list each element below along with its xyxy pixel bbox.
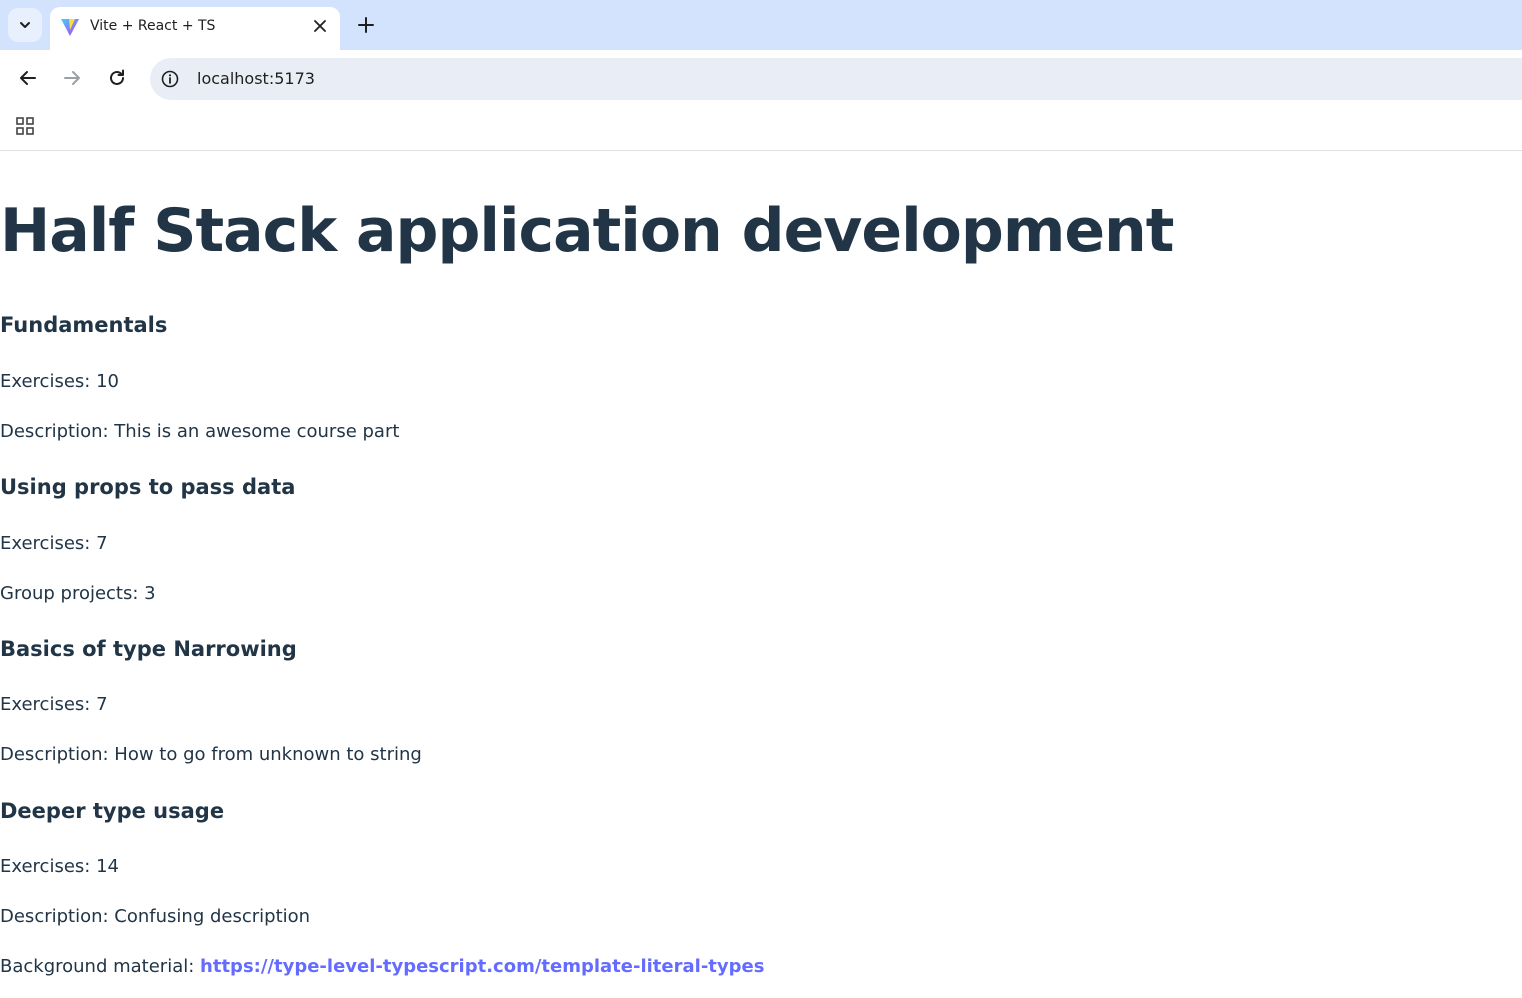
part-group-projects: Group projects: 3 (0, 583, 156, 604)
part-exercises: Exercises: 10 (0, 371, 119, 392)
arrow-left-icon (20, 71, 36, 85)
arrow-right-icon (64, 71, 80, 85)
page-content: Half Stack application development Funda… (0, 151, 1522, 998)
part-description: Description: How to go from unknown to s… (0, 744, 422, 765)
browser-toolbar: localhost:5173 (0, 50, 1522, 108)
tab-title: Vite + React + TS (90, 18, 216, 34)
close-icon (314, 20, 326, 32)
address-bar[interactable]: localhost:5173 (150, 58, 1522, 100)
url-text: localhost:5173 (197, 69, 315, 88)
tab-close-button[interactable] (310, 16, 330, 36)
reload-icon (110, 69, 124, 85)
back-button[interactable] (13, 63, 43, 93)
background-material-link[interactable]: https://type-level-typescript.com/templa… (200, 956, 764, 977)
part-name: Using props to pass data (0, 475, 296, 499)
vite-logo-icon (61, 19, 79, 36)
part-exercises: Exercises: 7 (0, 533, 108, 554)
apps-grid-icon (16, 117, 34, 135)
reload-button[interactable] (102, 63, 132, 93)
part-exercises: Exercises: 14 (0, 856, 119, 877)
plus-icon (358, 17, 374, 33)
bookmarks-bar (0, 108, 1522, 151)
forward-button[interactable] (57, 63, 87, 93)
part-background: Background material: https://type-level-… (0, 955, 764, 979)
info-icon (161, 70, 179, 88)
apps-button[interactable] (14, 115, 36, 137)
part-description: Description: This is an awesome course p… (0, 421, 400, 442)
new-tab-button[interactable] (352, 11, 380, 39)
part-name: Fundamentals (0, 313, 168, 337)
page-title: Half Stack application development (0, 196, 1174, 266)
part-name: Basics of type Narrowing (0, 637, 297, 661)
part-name: Deeper type usage (0, 799, 225, 823)
tab-strip: Vite + React + TS (0, 0, 1522, 50)
browser-window: Vite + React + TS localhost:5173 Half St… (0, 0, 1522, 998)
chevron-down-icon (20, 22, 30, 28)
site-info-button[interactable] (160, 69, 180, 89)
part-exercises: Exercises: 7 (0, 694, 108, 715)
background-label: Background material: (0, 956, 201, 977)
tab-active[interactable]: Vite + React + TS (50, 7, 340, 50)
tab-search-button[interactable] (8, 8, 42, 42)
part-description: Description: Confusing description (0, 906, 311, 927)
